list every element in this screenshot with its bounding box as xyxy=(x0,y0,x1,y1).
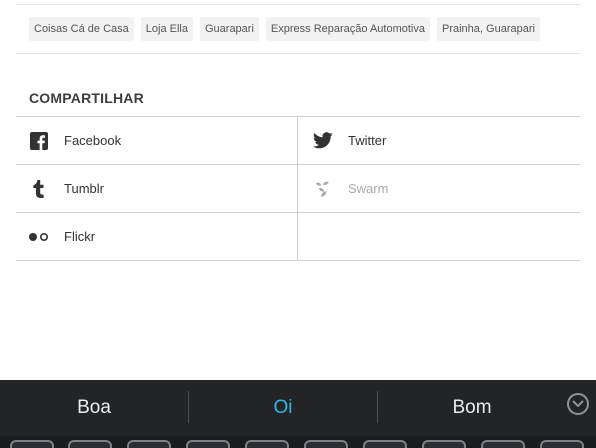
suggestion-oi[interactable]: Oi xyxy=(189,380,377,436)
keyboard-key[interactable] xyxy=(186,440,230,448)
share-row: Tumblr Swarm xyxy=(16,165,580,213)
share-twitter-button[interactable]: Twitter xyxy=(297,117,580,164)
keyboard-key[interactable] xyxy=(304,440,348,448)
keyboard-key[interactable] xyxy=(127,440,171,448)
flickr-icon xyxy=(28,226,50,248)
keyboard-number-row xyxy=(0,436,596,448)
share-facebook-button[interactable]: Facebook xyxy=(16,117,297,164)
keyboard-key[interactable] xyxy=(10,440,54,448)
tags-strip[interactable]: Coisas Cá de Casa Loja Ella Guarapari Expre… xyxy=(29,17,596,41)
tumblr-icon xyxy=(28,178,50,200)
divider xyxy=(16,4,580,5)
keyboard-key[interactable] xyxy=(481,440,525,448)
divider xyxy=(16,53,580,54)
share-tumblr-button[interactable]: Tumblr xyxy=(16,165,297,212)
keyboard-key[interactable] xyxy=(363,440,407,448)
share-label: Tumblr xyxy=(64,181,104,196)
share-row: Flickr xyxy=(16,213,580,261)
tags-fade-overlay xyxy=(548,15,596,43)
tag-chip[interactable]: Express Reparação Automotiva xyxy=(265,17,430,41)
share-label: Swarm xyxy=(348,181,389,196)
swarm-icon xyxy=(312,178,334,200)
facebook-icon xyxy=(28,130,50,152)
share-swarm-button: Swarm xyxy=(297,165,580,212)
twitter-icon xyxy=(312,130,334,152)
tag-chip[interactable]: Prainha, Guarapari xyxy=(437,17,540,41)
keyboard-key[interactable] xyxy=(245,440,289,448)
share-label: Twitter xyxy=(348,133,387,148)
keyboard-key[interactable] xyxy=(68,440,112,448)
place-details-page: Coisas Cá de Casa Loja Ella Guarapari Expre… xyxy=(0,0,596,380)
keyboard-key[interactable] xyxy=(540,440,584,448)
tag-chip[interactable]: Guarapari xyxy=(199,17,259,41)
keyboard-suggestion-bar: Boa Oi Bom xyxy=(0,380,596,436)
suggestion-bom[interactable]: Bom xyxy=(378,380,566,436)
share-flickr-button[interactable]: Flickr xyxy=(16,213,297,260)
share-label: Facebook xyxy=(64,133,122,148)
tag-chip[interactable]: Loja Ella xyxy=(140,17,193,41)
empty-share-cell xyxy=(297,213,580,260)
share-row: Facebook Twitter xyxy=(16,117,580,165)
share-heading: COMPARTILHAR xyxy=(29,90,144,106)
share-label: Flickr xyxy=(64,229,96,244)
chevron-down-circle-icon xyxy=(572,395,584,413)
expand-suggestions-button[interactable] xyxy=(567,393,589,415)
suggestion-boa[interactable]: Boa xyxy=(0,380,188,436)
tag-chip[interactable]: Coisas Cá de Casa xyxy=(29,17,134,41)
share-grid: Facebook Twitter Tumblr Swarm Flickr xyxy=(16,116,580,261)
keyboard-key[interactable] xyxy=(422,440,466,448)
